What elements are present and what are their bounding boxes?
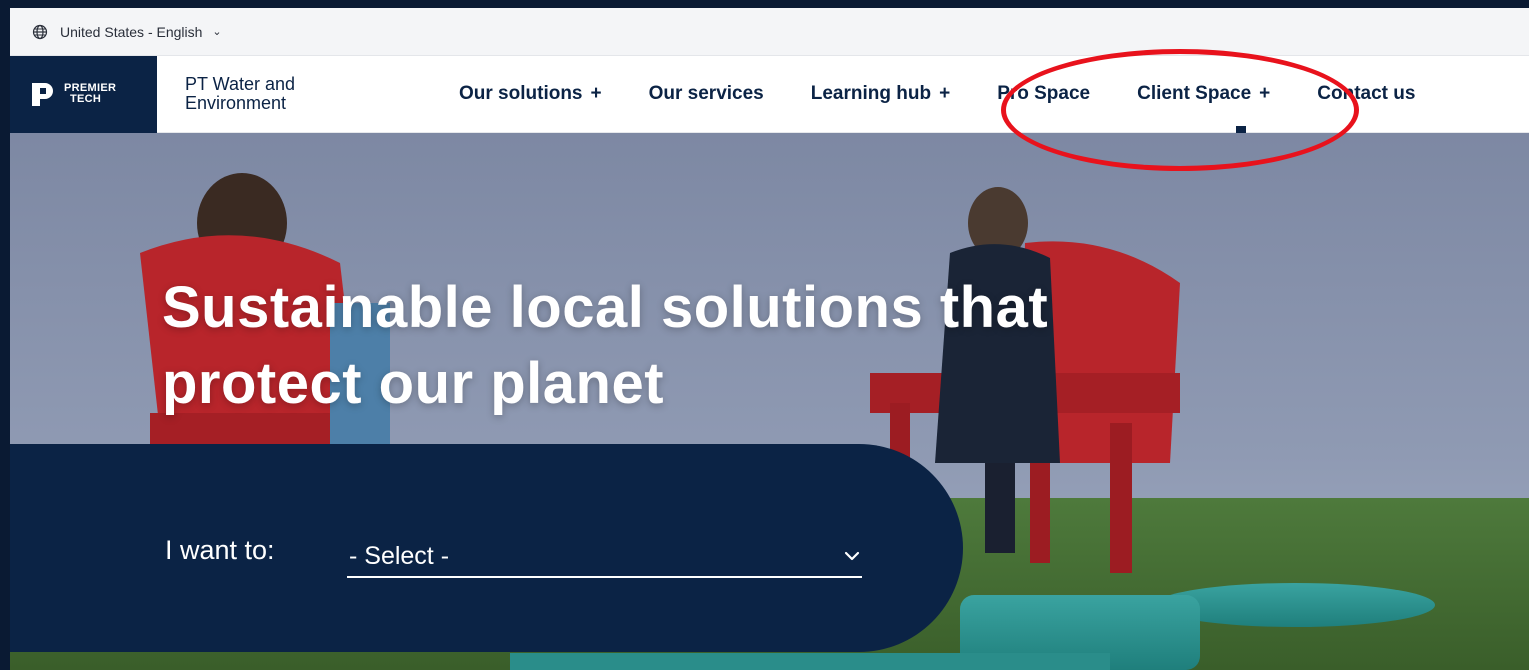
nav-client-space[interactable]: Client Space + <box>1137 83 1270 105</box>
hero-headline: Sustainable local solutions that protect… <box>162 275 1049 416</box>
hero-section: Sustainable local solutions that protect… <box>10 133 1529 670</box>
browser-viewport: United States - English ⌄ PREMIER TECH P… <box>10 8 1529 670</box>
nav-label: Our solutions <box>459 83 583 104</box>
nav-our-solutions[interactable]: Our solutions + <box>459 83 602 105</box>
logo-line-2: TECH <box>70 93 102 105</box>
selector-label: I want to: <box>165 535 275 565</box>
select-value: - Select - <box>349 541 450 570</box>
locale-bar: United States - English ⌄ <box>10 8 1529 56</box>
active-nav-indicator <box>1236 126 1246 133</box>
logo-wordmark: PREMIER TECH <box>64 83 116 105</box>
nav-our-services[interactable]: Our services <box>649 83 764 105</box>
chevron-down-icon[interactable]: ⌄ <box>212 25 221 38</box>
plus-icon: + <box>939 83 951 104</box>
globe-icon <box>32 24 48 39</box>
main-nav: Our solutions + Our services Learning hub… <box>459 83 1462 105</box>
premier-tech-logo-mark-icon <box>32 83 53 106</box>
nav-pro-space[interactable]: Pro Space <box>997 83 1090 105</box>
nav-label: Our services <box>648 83 764 104</box>
intent-selector-panel: I want to: - Select - <box>10 444 963 652</box>
intent-select-dropdown[interactable]: - Select - <box>347 536 862 578</box>
nav-learning-hub[interactable]: Learning hub + <box>811 83 950 105</box>
nav-contact-us[interactable]: Contact us <box>1317 83 1415 105</box>
premier-tech-logo[interactable]: PREMIER TECH <box>10 55 157 133</box>
chevron-down-icon <box>844 551 860 561</box>
plus-icon: + <box>1259 83 1271 104</box>
nav-label: Client Space <box>1137 83 1252 104</box>
nav-label: Learning hub <box>810 83 932 104</box>
nav-label: Pro Space <box>997 83 1091 104</box>
plus-icon: + <box>590 83 602 104</box>
division-name[interactable]: PT Water and Environment <box>185 75 345 113</box>
locale-selector[interactable]: United States - English <box>60 24 202 40</box>
site-header: PREMIER TECH PT Water and Environment Ou… <box>10 55 1529 133</box>
nav-label: Contact us <box>1317 83 1416 104</box>
